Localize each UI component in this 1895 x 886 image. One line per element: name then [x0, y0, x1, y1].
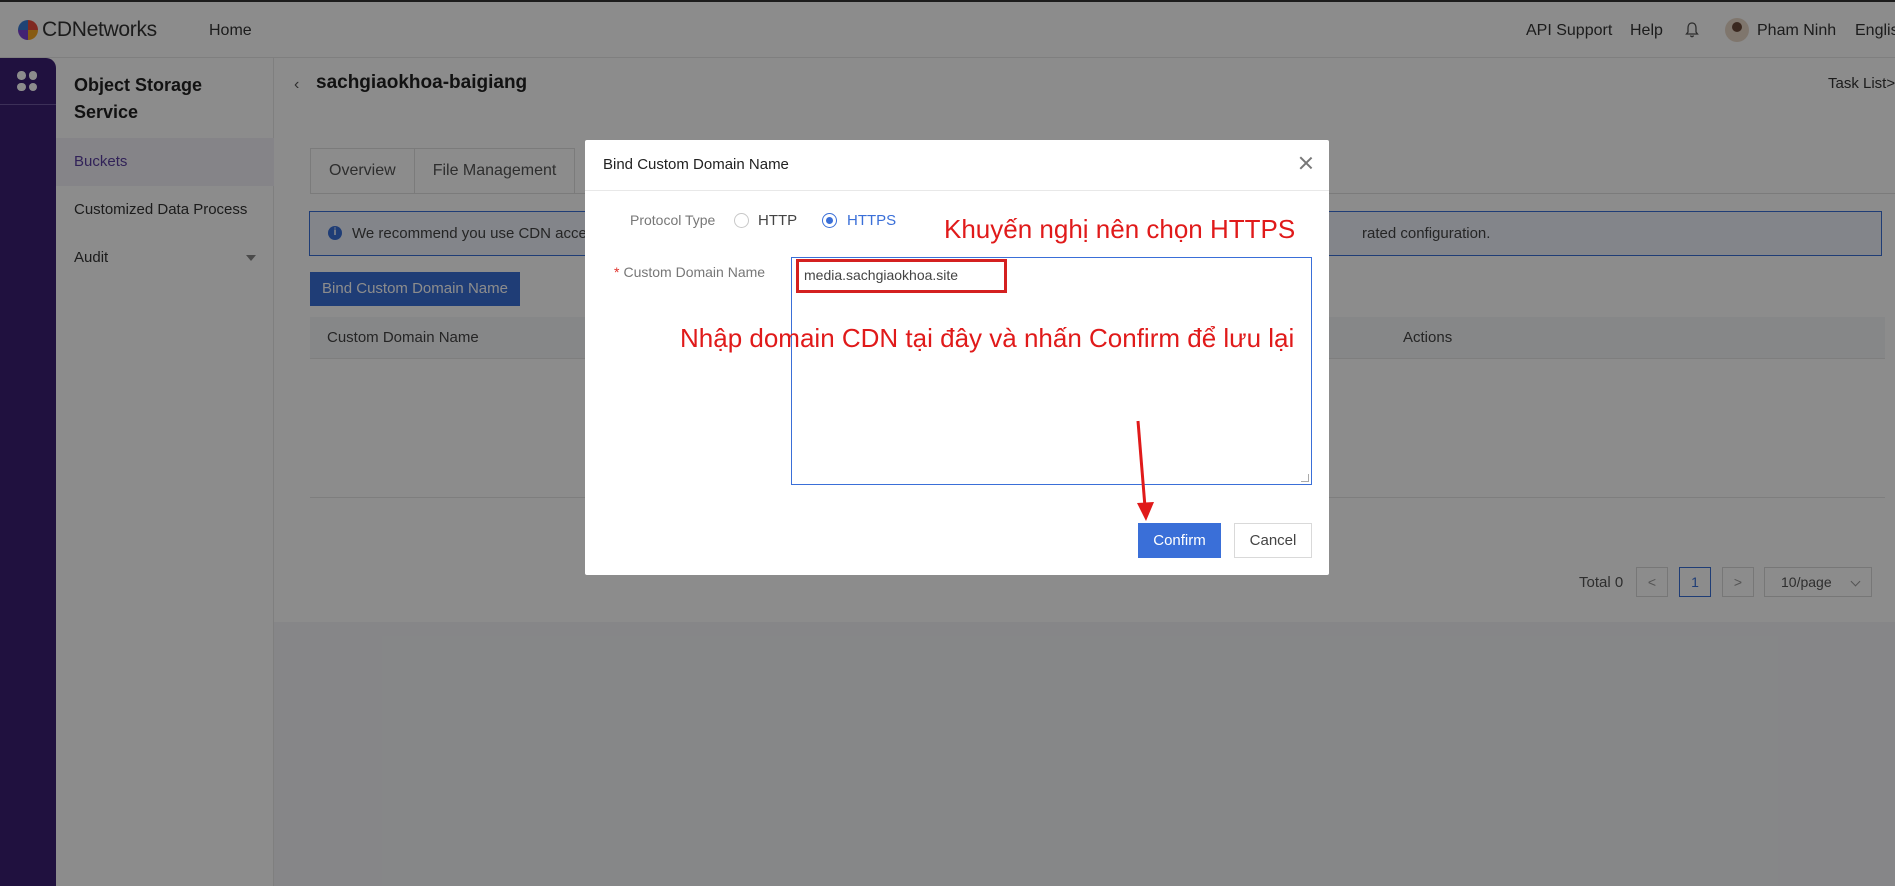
required-mark: *	[614, 264, 620, 280]
radio-http-label[interactable]: HTTP	[758, 212, 797, 229]
resize-handle[interactable]	[1301, 474, 1309, 482]
highlight-box	[796, 259, 1007, 293]
cancel-button[interactable]: Cancel	[1234, 523, 1312, 558]
close-icon[interactable]	[1297, 154, 1315, 172]
radio-https[interactable]	[822, 213, 837, 228]
annotation-https-note: Khuyến nghị nên chọn HTTPS	[944, 214, 1296, 244]
dialog-header: Bind Custom Domain Name	[585, 140, 1329, 191]
confirm-button[interactable]: Confirm	[1138, 523, 1221, 558]
radio-https-label[interactable]: HTTPS	[847, 212, 896, 229]
radio-http[interactable]	[734, 213, 749, 228]
annotation-arrow-icon	[1136, 420, 1154, 521]
dialog-title: Bind Custom Domain Name	[603, 156, 789, 173]
protocol-type-label: Protocol Type	[630, 212, 716, 228]
annotation-confirm-note: Nhập domain CDN tại đây và nhấn Confirm …	[680, 323, 1295, 353]
custom-domain-label-text: Custom Domain Name	[623, 264, 766, 280]
bind-domain-dialog: Bind Custom Domain Name Protocol Type HT…	[585, 140, 1329, 575]
custom-domain-label: * Custom Domain Name	[614, 264, 765, 280]
